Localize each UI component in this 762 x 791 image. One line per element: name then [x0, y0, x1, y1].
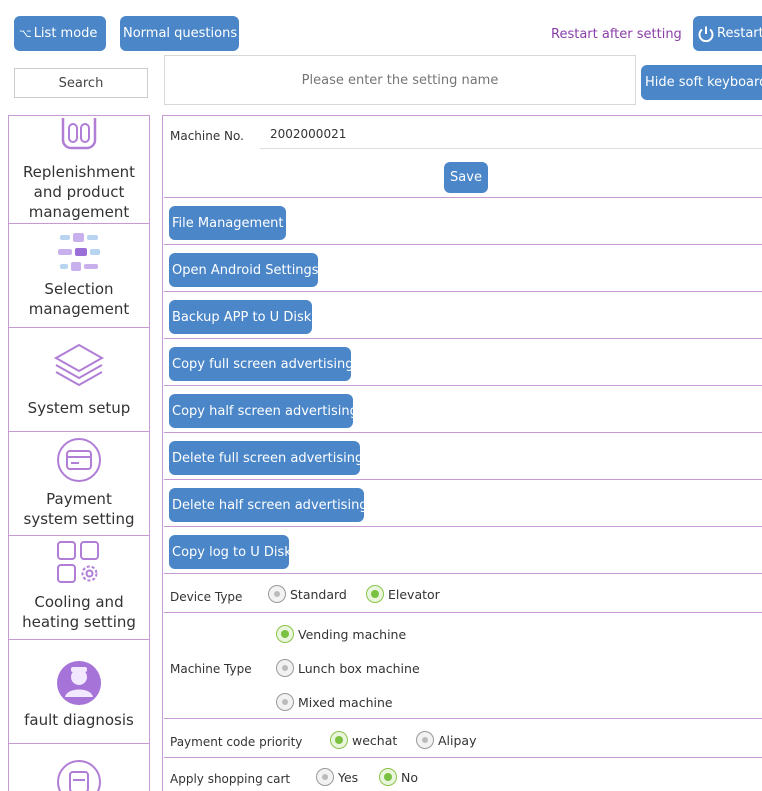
squares-gear-icon: [9, 540, 149, 584]
action-row: Open Android Settings: [164, 245, 762, 292]
radio-label: Alipay: [438, 732, 477, 748]
phone-icon: [9, 118, 149, 152]
sidebar: Replenishment and product management Sel…: [8, 115, 150, 791]
shopping-cart-label: Apply shopping cart: [170, 772, 291, 786]
backup-app-button[interactable]: Backup APP to U Disk: [169, 300, 312, 334]
radio-label: Mixed machine: [298, 694, 393, 710]
action-row: Delete half screen advertising: [164, 480, 762, 527]
action-row: Copy full screen advertising: [164, 339, 762, 386]
sidebar-label-fault-diagnosis: fault diagnosis: [24, 711, 134, 729]
machine-number-underline: [260, 148, 762, 149]
shopping-cart-yes-radio[interactable]: Yes: [316, 768, 358, 786]
sidebar-item-more[interactable]: [9, 744, 149, 791]
device-type-elevator-radio[interactable]: Elevator: [366, 585, 440, 603]
radio-label: Elevator: [388, 586, 440, 602]
restart-after-setting-text: Restart after setting: [551, 27, 682, 42]
sidebar-item-payment[interactable]: Payment system setting: [9, 432, 149, 536]
radio-indicator: [276, 625, 294, 643]
list-mode-button[interactable]: ⌥ List mode: [14, 16, 106, 51]
machine-type-vending-radio[interactable]: Vending machine: [276, 625, 406, 643]
copy-log-button[interactable]: Copy log to U Disk: [169, 535, 289, 569]
machine-type-row: Machine Type Vending machine Lunch box m…: [164, 613, 762, 719]
radio-indicator: [316, 768, 334, 786]
radio-indicator: [276, 693, 294, 711]
copy-full-screen-ad-button[interactable]: Copy full screen advertising: [169, 347, 351, 381]
action-row: Copy half screen advertising: [164, 386, 762, 433]
machine-number-label: Machine No.: [170, 129, 244, 143]
delete-full-screen-ad-button[interactable]: Delete full screen advertising: [169, 441, 360, 475]
delete-half-screen-ad-button[interactable]: Delete half screen advertising: [169, 488, 364, 522]
person-icon: [9, 659, 149, 707]
action-row: Backup APP to U Disk: [164, 292, 762, 339]
payment-priority-wechat-radio[interactable]: wechat: [330, 731, 397, 749]
machine-number-row: Machine No. 2002000021 Save: [164, 116, 762, 198]
radio-label: Lunch box machine: [298, 660, 420, 676]
radio-label: No: [401, 769, 418, 785]
payment-priority-row: Payment code priority wechat Alipay: [164, 719, 762, 758]
sidebar-label-replenishment: Replenishment and product management: [22, 163, 136, 221]
machine-type-label: Machine Type: [170, 662, 252, 676]
radio-label: Vending machine: [298, 626, 407, 642]
radio-label: Yes: [338, 769, 359, 785]
sidebar-label-system-setup: System setup: [27, 399, 131, 417]
restart-label: Restart: [717, 26, 762, 41]
radio-label: wechat: [352, 732, 398, 748]
machine-number-field[interactable]: 2002000021: [270, 127, 346, 141]
sidebar-label-cooling-heating: Cooling and heating setting: [22, 593, 136, 631]
radio-indicator: [330, 731, 348, 749]
action-row: Delete full screen advertising: [164, 433, 762, 480]
settings-content-border: [162, 115, 163, 791]
shopping-cart-no-radio[interactable]: No: [379, 768, 418, 786]
card-icon: [9, 436, 149, 484]
setting-name-input[interactable]: [164, 55, 636, 105]
layers-icon: [9, 343, 149, 387]
shopping-cart-row: Apply shopping cart Yes No: [164, 758, 762, 791]
radio-indicator: [416, 731, 434, 749]
radio-indicator: [276, 659, 294, 677]
box-icon: [9, 758, 149, 791]
open-android-settings-button[interactable]: Open Android Settings: [169, 253, 318, 287]
save-button[interactable]: Save: [444, 162, 488, 193]
sidebar-item-system-setup[interactable]: System setup: [9, 328, 149, 432]
action-row: File Management: [164, 198, 762, 245]
device-type-standard-radio[interactable]: Standard: [268, 585, 347, 603]
sidebar-label-selection: Selection management: [28, 280, 130, 318]
sidebar-label-payment: Payment system setting: [23, 490, 135, 528]
sidebar-item-cooling-heating[interactable]: Cooling and heating setting: [9, 536, 149, 640]
copy-half-screen-ad-button[interactable]: Copy half screen advertising: [169, 394, 353, 428]
device-type-label: Device Type: [170, 590, 243, 604]
radio-indicator: [268, 585, 286, 603]
radio-indicator: [379, 768, 397, 786]
payment-priority-label: Payment code priority: [170, 735, 303, 749]
power-icon: [697, 25, 715, 43]
normal-questions-button[interactable]: Normal questions: [120, 16, 239, 51]
sidebar-item-fault-diagnosis[interactable]: fault diagnosis: [9, 640, 149, 744]
sidebar-item-replenishment[interactable]: Replenishment and product management: [9, 116, 149, 224]
radio-label: Standard: [290, 586, 347, 602]
restart-button[interactable]: Restart: [693, 16, 762, 51]
selection-grid-icon: [9, 232, 149, 274]
payment-priority-alipay-radio[interactable]: Alipay: [416, 731, 477, 749]
device-type-row: Device Type Standard Elevator: [164, 574, 762, 613]
file-management-button[interactable]: File Management: [169, 206, 286, 240]
search-button[interactable]: Search: [14, 68, 148, 98]
list-mode-label: List mode: [33, 26, 98, 41]
hide-soft-keyboard-button[interactable]: Hide soft keyboard: [641, 65, 762, 100]
action-row: Copy log to U Disk: [164, 527, 762, 574]
sidebar-item-selection[interactable]: Selection management: [9, 224, 149, 328]
machine-type-lunchbox-radio[interactable]: Lunch box machine: [276, 659, 420, 677]
glasses-icon: ⌥: [19, 27, 32, 40]
radio-indicator: [366, 585, 384, 603]
machine-type-mixed-radio[interactable]: Mixed machine: [276, 693, 393, 711]
